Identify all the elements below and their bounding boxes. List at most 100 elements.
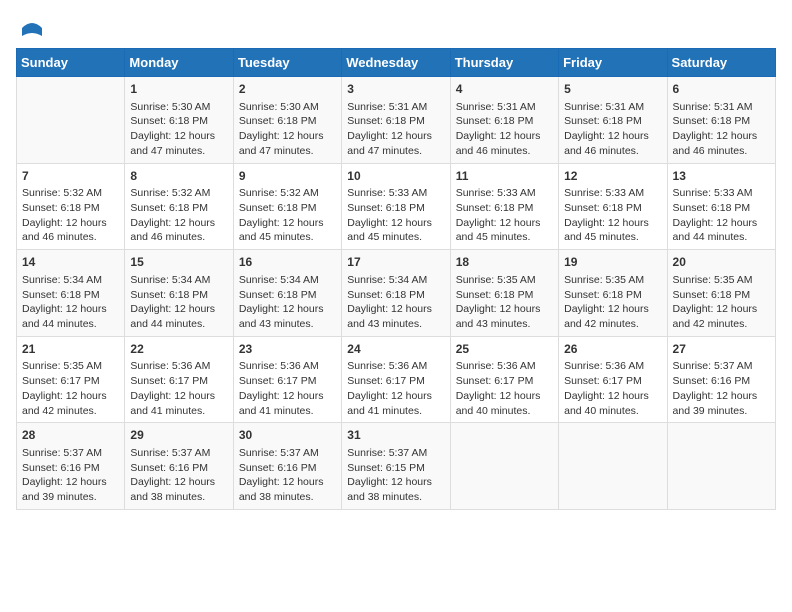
calendar-cell: 31Sunrise: 5:37 AMSunset: 6:15 PMDayligh…: [342, 423, 450, 510]
calendar-row: 28Sunrise: 5:37 AMSunset: 6:16 PMDayligh…: [17, 423, 776, 510]
calendar-cell: 12Sunrise: 5:33 AMSunset: 6:18 PMDayligh…: [559, 163, 667, 250]
day-number: 15: [130, 254, 227, 271]
cell-line: Daylight: 12 hours: [22, 302, 119, 317]
cell-line: Sunrise: 5:34 AM: [130, 273, 227, 288]
cell-line: and 44 minutes.: [22, 317, 119, 332]
cell-line: and 44 minutes.: [130, 317, 227, 332]
cell-line: Sunset: 6:18 PM: [673, 201, 770, 216]
cell-line: Sunset: 6:18 PM: [130, 114, 227, 129]
cell-line: Sunset: 6:17 PM: [22, 374, 119, 389]
day-number: 31: [347, 427, 444, 444]
cell-line: Sunset: 6:18 PM: [564, 201, 661, 216]
calendar-cell: 22Sunrise: 5:36 AMSunset: 6:17 PMDayligh…: [125, 336, 233, 423]
cell-line: and 46 minutes.: [673, 144, 770, 159]
day-number: 21: [22, 341, 119, 358]
cell-line: Sunrise: 5:37 AM: [239, 446, 336, 461]
cell-line: Daylight: 12 hours: [673, 216, 770, 231]
cell-line: Daylight: 12 hours: [22, 475, 119, 490]
day-number: 27: [673, 341, 770, 358]
cell-line: Daylight: 12 hours: [456, 129, 553, 144]
cell-line: and 42 minutes.: [673, 317, 770, 332]
day-number: 8: [130, 168, 227, 185]
cell-line: Daylight: 12 hours: [347, 475, 444, 490]
calendar-row: 7Sunrise: 5:32 AMSunset: 6:18 PMDaylight…: [17, 163, 776, 250]
day-number: 16: [239, 254, 336, 271]
cell-line: Daylight: 12 hours: [673, 302, 770, 317]
cell-line: Sunrise: 5:36 AM: [130, 359, 227, 374]
cell-line: and 45 minutes.: [239, 230, 336, 245]
cell-line: Sunset: 6:18 PM: [673, 288, 770, 303]
day-number: 25: [456, 341, 553, 358]
day-number: 14: [22, 254, 119, 271]
cell-line: Sunrise: 5:31 AM: [564, 100, 661, 115]
cell-line: Daylight: 12 hours: [456, 216, 553, 231]
cell-line: Sunset: 6:18 PM: [564, 288, 661, 303]
cell-line: Sunrise: 5:34 AM: [22, 273, 119, 288]
cell-line: Daylight: 12 hours: [564, 129, 661, 144]
cell-line: Sunset: 6:18 PM: [456, 201, 553, 216]
cell-line: Daylight: 12 hours: [347, 302, 444, 317]
day-number: 23: [239, 341, 336, 358]
calendar-cell: 1Sunrise: 5:30 AMSunset: 6:18 PMDaylight…: [125, 77, 233, 164]
calendar-cell: 17Sunrise: 5:34 AMSunset: 6:18 PMDayligh…: [342, 250, 450, 337]
calendar-table: SundayMondayTuesdayWednesdayThursdayFrid…: [16, 48, 776, 510]
cell-line: Sunrise: 5:31 AM: [347, 100, 444, 115]
cell-line: Sunset: 6:17 PM: [347, 374, 444, 389]
cell-line: Daylight: 12 hours: [564, 389, 661, 404]
day-number: 19: [564, 254, 661, 271]
cell-line: and 39 minutes.: [22, 490, 119, 505]
cell-line: Daylight: 12 hours: [130, 129, 227, 144]
cell-line: and 42 minutes.: [564, 317, 661, 332]
cell-line: Daylight: 12 hours: [239, 129, 336, 144]
calendar-cell: 13Sunrise: 5:33 AMSunset: 6:18 PMDayligh…: [667, 163, 775, 250]
calendar-cell: 9Sunrise: 5:32 AMSunset: 6:18 PMDaylight…: [233, 163, 341, 250]
cell-line: Daylight: 12 hours: [130, 389, 227, 404]
cell-line: Sunset: 6:17 PM: [564, 374, 661, 389]
calendar-row: 14Sunrise: 5:34 AMSunset: 6:18 PMDayligh…: [17, 250, 776, 337]
cell-line: Sunset: 6:18 PM: [239, 201, 336, 216]
day-number: 12: [564, 168, 661, 185]
calendar-cell: 7Sunrise: 5:32 AMSunset: 6:18 PMDaylight…: [17, 163, 125, 250]
header: [16, 16, 776, 40]
cell-line: Daylight: 12 hours: [347, 216, 444, 231]
day-number: 29: [130, 427, 227, 444]
cell-line: and 40 minutes.: [456, 404, 553, 419]
cell-line: Sunrise: 5:36 AM: [564, 359, 661, 374]
calendar-cell: [17, 77, 125, 164]
calendar-cell: 8Sunrise: 5:32 AMSunset: 6:18 PMDaylight…: [125, 163, 233, 250]
cell-line: Sunset: 6:18 PM: [456, 288, 553, 303]
cell-line: Sunrise: 5:33 AM: [673, 186, 770, 201]
cell-line: Daylight: 12 hours: [239, 216, 336, 231]
cell-line: Daylight: 12 hours: [130, 475, 227, 490]
calendar-cell: 30Sunrise: 5:37 AMSunset: 6:16 PMDayligh…: [233, 423, 341, 510]
day-number: 13: [673, 168, 770, 185]
day-number: 6: [673, 81, 770, 98]
cell-line: Sunrise: 5:35 AM: [564, 273, 661, 288]
cell-line: Daylight: 12 hours: [456, 389, 553, 404]
day-number: 24: [347, 341, 444, 358]
cell-line: Daylight: 12 hours: [130, 216, 227, 231]
cell-line: Sunset: 6:18 PM: [564, 114, 661, 129]
header-day: Monday: [125, 49, 233, 77]
header-day: Friday: [559, 49, 667, 77]
cell-line: Sunset: 6:18 PM: [22, 288, 119, 303]
calendar-cell: 15Sunrise: 5:34 AMSunset: 6:18 PMDayligh…: [125, 250, 233, 337]
calendar-cell: [450, 423, 558, 510]
day-number: 3: [347, 81, 444, 98]
cell-line: Sunset: 6:18 PM: [456, 114, 553, 129]
cell-line: Sunrise: 5:30 AM: [130, 100, 227, 115]
cell-line: Daylight: 12 hours: [456, 302, 553, 317]
cell-line: Daylight: 12 hours: [673, 389, 770, 404]
header-day: Tuesday: [233, 49, 341, 77]
day-number: 5: [564, 81, 661, 98]
day-number: 20: [673, 254, 770, 271]
day-number: 18: [456, 254, 553, 271]
cell-line: Sunrise: 5:36 AM: [347, 359, 444, 374]
cell-line: Sunrise: 5:36 AM: [456, 359, 553, 374]
cell-line: Sunrise: 5:33 AM: [347, 186, 444, 201]
cell-line: Sunrise: 5:32 AM: [22, 186, 119, 201]
calendar-row: 1Sunrise: 5:30 AMSunset: 6:18 PMDaylight…: [17, 77, 776, 164]
cell-line: and 43 minutes.: [347, 317, 444, 332]
cell-line: and 43 minutes.: [239, 317, 336, 332]
cell-line: and 38 minutes.: [130, 490, 227, 505]
